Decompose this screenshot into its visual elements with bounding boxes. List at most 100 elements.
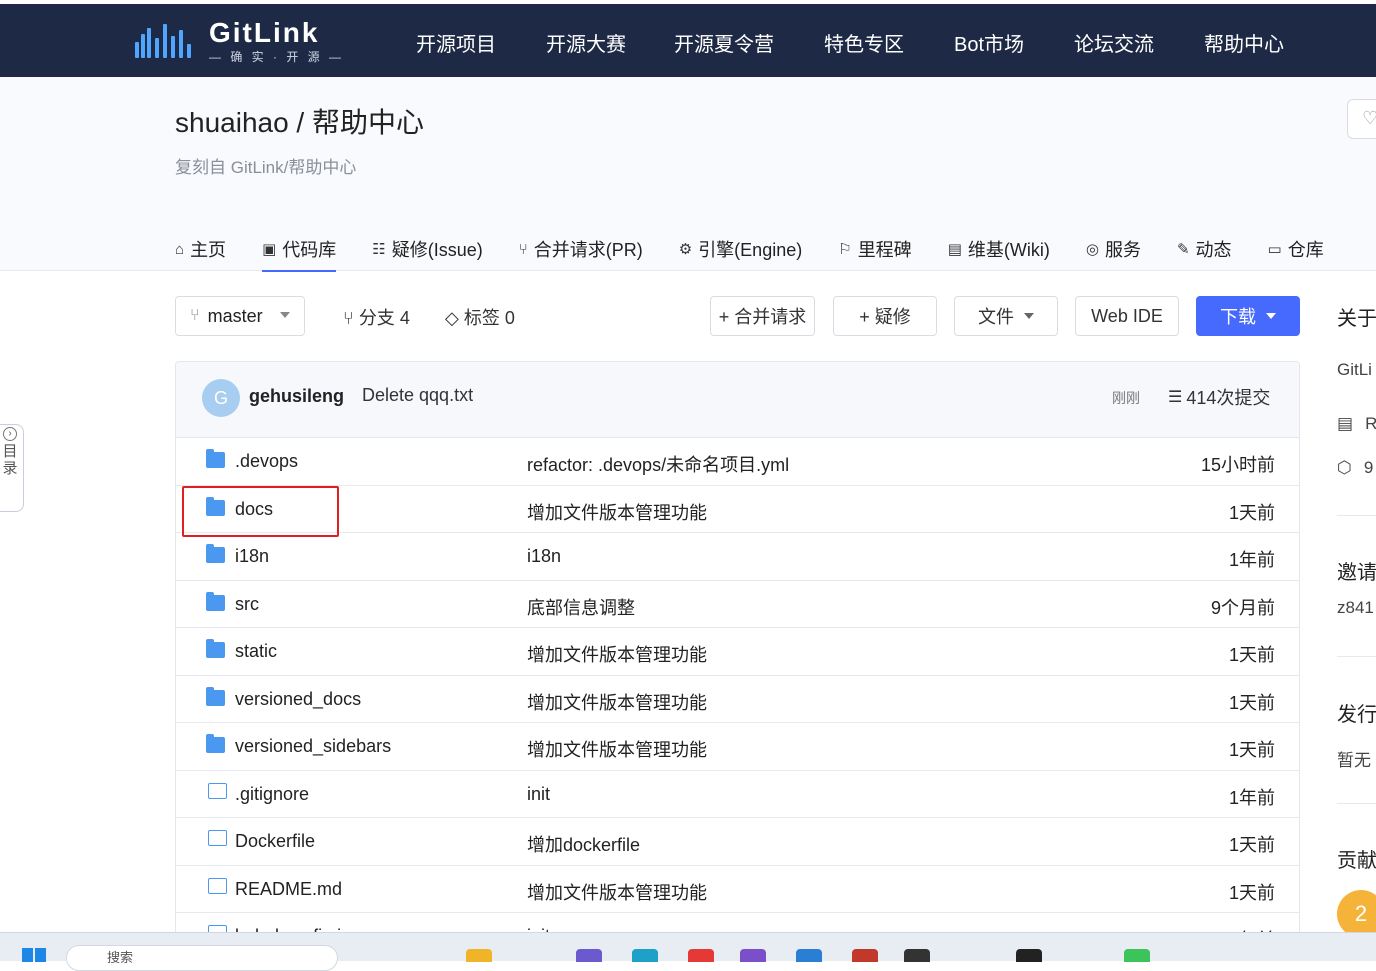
tab-milestones[interactable]: ⚐ 里程碑 xyxy=(838,227,911,271)
file-name-link[interactable]: .devops xyxy=(235,451,298,472)
forked-from-link[interactable]: 复刻自 GitLink/帮助中心 xyxy=(175,153,356,178)
tab-repo[interactable]: ▭ 仓库 xyxy=(1268,227,1324,271)
toc-toggle[interactable]: › 目 录 xyxy=(0,424,24,512)
file-commit-message[interactable]: 增加dockerfile xyxy=(527,831,640,857)
table-row[interactable]: .gitignore init 1年前 xyxy=(176,771,1299,818)
readme-link[interactable]: ▤ R xyxy=(1337,414,1376,434)
repo-owner-link[interactable]: shuaihao xyxy=(175,107,289,138)
folder-icon xyxy=(206,686,225,706)
code-icon: ▣ xyxy=(262,241,277,258)
file-icon xyxy=(208,782,227,799)
commit-author[interactable]: gehusileng xyxy=(249,386,344,407)
file-commit-message[interactable]: refactor: .devops/未命名项目.yml xyxy=(527,451,789,477)
file-name-link[interactable]: README.md xyxy=(235,879,342,900)
table-row[interactable]: .devops refactor: .devops/未命名项目.yml 15小时前 xyxy=(176,438,1299,486)
nav-forum[interactable]: 论坛交流 xyxy=(1074,28,1154,57)
file-commit-message[interactable]: 增加文件版本管理功能 xyxy=(527,879,707,905)
file-name-link[interactable]: versioned_sidebars xyxy=(235,736,391,757)
tab-engine[interactable]: ⚙ 引擎(Engine) xyxy=(679,227,803,271)
app-icon[interactable] xyxy=(576,949,602,962)
branch-icon: ⑂ xyxy=(343,308,359,328)
contributor-avatar[interactable]: 2 xyxy=(1337,890,1376,938)
divider xyxy=(1337,803,1376,804)
file-name-link[interactable]: .gitignore xyxy=(235,784,309,805)
table-row[interactable]: src 底部信息调整 9个月前 xyxy=(176,581,1299,628)
nav-bot-market[interactable]: Bot市场 xyxy=(954,28,1024,57)
nav-open-source-projects[interactable]: 开源项目 xyxy=(416,28,496,57)
nav-summer-camp[interactable]: 开源夏令营 xyxy=(674,28,774,57)
windows-start-icon[interactable] xyxy=(22,948,46,962)
service-icon: ◎ xyxy=(1085,241,1099,258)
file-dropdown-button[interactable]: 文件 xyxy=(954,296,1058,336)
table-row[interactable]: i18n i18n 1年前 xyxy=(176,533,1299,581)
file-commit-time: 1年前 xyxy=(1228,787,1275,808)
file-commit-message[interactable]: init xyxy=(527,784,550,805)
tab-activity[interactable]: ✎ 动态 xyxy=(1177,227,1232,271)
logo-title: GitLink xyxy=(209,17,320,48)
file-name-link[interactable]: Dockerfile xyxy=(235,831,315,852)
file-commit-message[interactable]: 增加文件版本管理功能 xyxy=(527,736,707,762)
edge-browser-icon[interactable] xyxy=(632,949,658,962)
taskbar-search[interactable]: 搜索 xyxy=(66,945,338,971)
file-name-link[interactable]: versioned_docs xyxy=(235,689,361,710)
wechat-icon[interactable] xyxy=(1124,949,1150,962)
branch-select[interactable]: ⑂ master xyxy=(175,296,305,336)
new-pull-request-button[interactable]: + 合并请求 xyxy=(710,296,815,336)
repo-title: shuaihao / 帮助中心 xyxy=(175,101,424,141)
file-name-link[interactable]: src xyxy=(235,594,259,615)
vscode-icon[interactable] xyxy=(796,949,822,962)
table-row[interactable]: docs 增加文件版本管理功能 1天前 xyxy=(176,486,1299,533)
file-name-link[interactable]: i18n xyxy=(235,546,269,567)
file-icon xyxy=(208,877,227,894)
license-link[interactable]: ⬡ 9 xyxy=(1337,458,1373,478)
gitlink-logo[interactable]: GitLink — 确 实 · 开 源 — xyxy=(133,18,344,65)
file-commit-message[interactable]: i18n xyxy=(527,546,561,567)
table-row[interactable]: versioned_docs 增加文件版本管理功能 1天前 xyxy=(176,676,1299,723)
license-icon: ⬡ xyxy=(1337,458,1352,477)
tab-pull-requests[interactable]: ⑂ 合并请求(PR) xyxy=(519,227,643,271)
tab-issues[interactable]: ☷ 疑修(Issue) xyxy=(372,227,482,271)
repo-name-link[interactable]: 帮助中心 xyxy=(312,107,424,138)
latest-commit-bar: G gehusileng Delete qqq.txt 刚刚 ☰ 414次提交 xyxy=(176,362,1299,438)
table-row[interactable]: static 增加文件版本管理功能 1天前 xyxy=(176,628,1299,676)
steam-icon[interactable] xyxy=(1016,949,1042,962)
tab-home[interactable]: ⌂ 主页 xyxy=(175,227,226,271)
tags-link[interactable]: ◇ 标签 0 xyxy=(445,304,515,330)
table-row[interactable]: versioned_sidebars 增加文件版本管理功能 1天前 xyxy=(176,723,1299,771)
contributors-heading: 贡献 xyxy=(1337,850,1376,872)
top-nav: GitLink — 确 实 · 开 源 — 开源项目 开源大赛 开源夏令营 特色… xyxy=(0,4,1376,77)
file-name-link[interactable]: static xyxy=(235,641,277,662)
taskbar: 搜索 xyxy=(0,932,1376,971)
nav-special-zone[interactable]: 特色专区 xyxy=(824,28,904,57)
web-ide-button[interactable]: Web IDE xyxy=(1075,296,1179,336)
app-icon[interactable] xyxy=(852,949,878,962)
file-commit-message[interactable]: 增加文件版本管理功能 xyxy=(527,499,707,525)
table-row[interactable]: README.md 增加文件版本管理功能 1天前 xyxy=(176,866,1299,913)
file-commit-time: 1天前 xyxy=(1228,692,1275,713)
folder-app-icon[interactable] xyxy=(466,949,492,962)
file-commit-message[interactable]: 增加文件版本管理功能 xyxy=(527,641,707,667)
nav-help-center[interactable]: 帮助中心 xyxy=(1204,28,1284,57)
tab-code[interactable]: ▣ 代码库 xyxy=(262,227,337,272)
file-commit-message[interactable]: 底部信息调整 xyxy=(527,594,635,620)
file-commit-message[interactable]: 增加文件版本管理功能 xyxy=(527,689,707,715)
activity-icon: ✎ xyxy=(1176,241,1190,258)
commit-count-link[interactable]: ☰ 414次提交 xyxy=(1168,384,1270,410)
nav-competition[interactable]: 开源大赛 xyxy=(546,28,626,57)
visual-studio-icon[interactable] xyxy=(740,949,766,962)
engine-icon: ⚙ xyxy=(678,241,693,258)
folder-icon xyxy=(206,734,225,753)
jetbrains-icon[interactable] xyxy=(904,949,930,962)
commit-message[interactable]: Delete qqq.txt xyxy=(362,385,473,406)
new-issue-button[interactable]: + 疑修 xyxy=(833,296,937,336)
star-button[interactable]: ♡ xyxy=(1347,99,1376,139)
app-icon[interactable] xyxy=(688,949,714,962)
table-row[interactable]: Dockerfile 增加dockerfile 1天前 xyxy=(176,818,1299,866)
download-button[interactable]: 下载 xyxy=(1196,296,1300,336)
repo-toolbar: ⑂ master ⑂ 分支 4 ◇ 标签 0 + 合并请求 + 疑修 文件 We… xyxy=(175,296,1300,336)
file-commit-time: 1天前 xyxy=(1228,645,1275,665)
tab-wiki[interactable]: ▤ 维基(Wiki) xyxy=(948,227,1050,271)
avatar[interactable]: G xyxy=(202,379,240,417)
tab-services[interactable]: ◎ 服务 xyxy=(1086,227,1141,271)
branches-link[interactable]: ⑂ 分支 4 xyxy=(343,304,410,330)
